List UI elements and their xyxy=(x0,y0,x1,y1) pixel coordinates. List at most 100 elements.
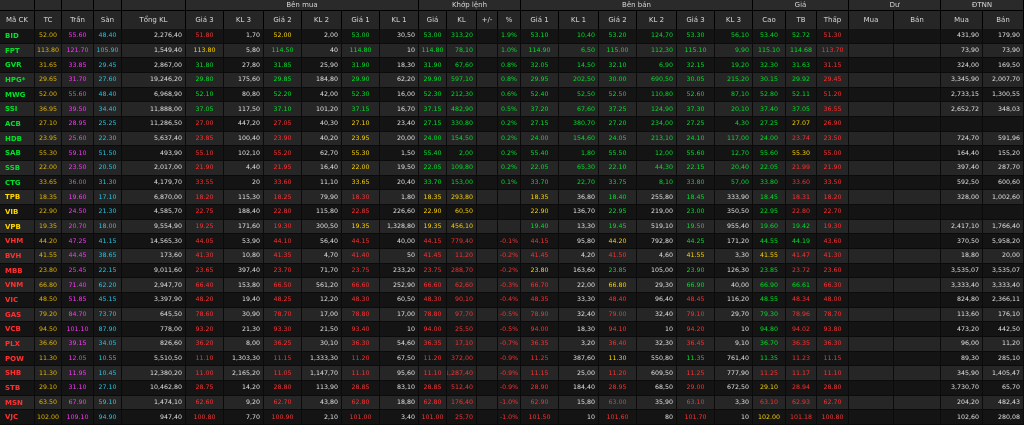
ceiling-price-cell: 55.60 xyxy=(62,87,94,102)
stock-row[interactable]: PLX 36.60 39.15 34.05 826,60 36.20 8,00 36.25 30… xyxy=(0,337,1024,352)
du-buy-cell xyxy=(849,219,894,234)
high-price-cell: 79.30 xyxy=(753,307,786,322)
match-change-cell xyxy=(477,190,498,205)
ask-vol-3-cell: 20,10 xyxy=(715,102,753,117)
symbol-cell[interactable]: SSB xyxy=(0,161,35,175)
symbol-cell[interactable]: VIC xyxy=(0,293,35,307)
stock-row[interactable]: SSB 22.00 23.50 20.50 2,017,00 21.90 4,40 21.95… xyxy=(0,161,1024,176)
symbol-cell[interactable]: SAB xyxy=(0,146,35,161)
match-change-cell xyxy=(477,322,498,337)
stock-row[interactable]: MBB 23.80 25.45 22.15 9,011,60 23.65 397,40 23.… xyxy=(0,263,1024,279)
stock-row[interactable]: CTG 33.65 36.00 31.30 4,179,70 33.55 20 33.60 11… xyxy=(0,175,1024,191)
ref-price-cell: 63.50 xyxy=(35,395,62,410)
symbol-cell[interactable]: STB xyxy=(0,381,35,395)
ask-col-header-5: KL 3 xyxy=(715,11,753,29)
low-price-cell: 31.15 xyxy=(817,58,849,73)
ask-price-2-cell: 53.20 xyxy=(599,29,637,43)
du-sell-cell xyxy=(894,249,941,263)
symbol-cell[interactable]: SSI xyxy=(0,102,35,117)
du-sell-cell xyxy=(894,234,941,249)
bid-price-2-cell: 33.60 xyxy=(264,175,302,190)
stock-row[interactable]: TPB 18.35 19.60 17.10 6,870,00 18.20 115,30 18.… xyxy=(0,190,1024,206)
stock-row[interactable]: FPT 113.80 121.70 105.90 1,549,40 113.80 5,80 1… xyxy=(0,43,1024,59)
symbol-cell[interactable]: MSN xyxy=(0,395,35,410)
stock-row[interactable]: SSI 36.95 39.50 34.40 11,888,00 37.05 117,50 37… xyxy=(0,102,1024,118)
ask-price-1-cell: 37.20 xyxy=(521,102,559,117)
bid-vol-3-cell: 100,40 xyxy=(224,131,264,146)
bid-vol-2-cell: 1,147,70 xyxy=(302,366,342,381)
symbol-cell[interactable]: POW xyxy=(0,351,35,366)
symbol-cell[interactable]: TPB xyxy=(0,190,35,205)
stock-row[interactable]: VCB 94.50 101.10 87.90 778,00 93.20 21,30 93.30… xyxy=(0,322,1024,338)
symbol-cell[interactable]: VIB xyxy=(0,205,35,219)
total-vol-cell: 173,60 xyxy=(122,249,186,263)
bid-vol-1-cell: 1,328,80 xyxy=(380,219,419,234)
low-price-cell: 62.70 xyxy=(817,395,849,410)
foreign-buy-cell: 473,20 xyxy=(941,322,983,337)
stock-row[interactable]: VIB 22.90 24.50 21.30 4,585,70 22.75 188,40 22.… xyxy=(0,205,1024,220)
symbol-cell[interactable]: VCB xyxy=(0,322,35,337)
stock-row[interactable]: GAS 79.20 84.70 73.70 645,50 78.60 30,90 78.70 1… xyxy=(0,307,1024,323)
stock-row[interactable]: HDB 23.95 25.60 22.30 5,637,40 23.85 100,40 23.… xyxy=(0,131,1024,147)
ask-price-2-cell: 115.00 xyxy=(599,43,637,58)
bid-price-1-cell: 66.60 xyxy=(342,278,380,293)
bid-price-1-cell: 62.80 xyxy=(342,395,380,410)
symbol-cell[interactable]: MWG xyxy=(0,87,35,102)
ask-vol-2-cell: 96,40 xyxy=(637,293,677,307)
stock-row[interactable]: BID 52.00 55.60 48.40 2,276,40 51.80 1,70 52.00… xyxy=(0,29,1024,44)
ceiling-price-cell: 24.50 xyxy=(62,205,94,219)
bid-vol-2-cell: 11,10 xyxy=(302,175,342,190)
symbol-cell[interactable]: HPG* xyxy=(0,73,35,87)
ask-vol-3-cell: 40,00 xyxy=(715,278,753,293)
stock-row[interactable]: VNM 66.80 71.40 62.20 2,947,70 66.40 153,80 66.… xyxy=(0,278,1024,294)
stock-row[interactable]: VJC 102.00 109.10 94.90 947,40 100.80 7,70 100.… xyxy=(0,410,1024,425)
symbol-cell[interactable]: MBB xyxy=(0,263,35,278)
bid-vol-1-cell: 1,80 xyxy=(380,190,419,205)
stock-row[interactable]: MSN 63.50 67.90 59.10 1,474,10 62.60 9,20 62.70… xyxy=(0,395,1024,411)
total-vol-cell: 6,968,90 xyxy=(122,87,186,102)
stock-row[interactable]: BVH 41.55 44.45 38.65 173,60 41.30 10,80 41.35 4… xyxy=(0,249,1024,264)
stock-row[interactable]: STB 29.10 31.10 27.10 10,462,80 28.75 14,20 28.… xyxy=(0,381,1024,396)
symbol-cell[interactable]: FPT xyxy=(0,43,35,58)
stock-row[interactable]: VHM 44.20 47.25 41.15 14,565,30 44.05 53,90 44.… xyxy=(0,234,1024,250)
stock-row[interactable]: GVR 31.65 33.85 29.45 2,867,00 31.80 27,80 31.8… xyxy=(0,58,1024,74)
foreign-buy-cell: 431,90 xyxy=(941,29,983,43)
symbol-cell[interactable]: BID xyxy=(0,29,35,43)
bid-price-3-cell: 51.80 xyxy=(186,29,224,43)
stock-row[interactable]: ACB 27.10 28.95 25.25 11,286,50 27.00 447,20 27… xyxy=(0,117,1024,132)
symbol-cell[interactable]: SHB xyxy=(0,366,35,381)
symbol-cell[interactable]: VPB xyxy=(0,219,35,234)
stock-row[interactable]: VPB 19.35 20.70 18.00 9,554,90 19.25 171,60 19.… xyxy=(0,219,1024,235)
floor-price-cell: 20.50 xyxy=(94,161,122,175)
match-change-cell xyxy=(477,102,498,117)
stock-row[interactable]: POW 11.30 12.05 10.55 5,510,50 11.10 1,303,30 1… xyxy=(0,351,1024,367)
symbol-cell[interactable]: VJC xyxy=(0,410,35,425)
symbol-cell[interactable]: CTG xyxy=(0,175,35,190)
match-vol-cell: 90,10 xyxy=(447,293,477,307)
ask-vol-1-cell: 52,50 xyxy=(559,87,599,102)
stock-row[interactable]: SAB 55.30 59.10 51.50 493,90 55.10 102,10 55.20… xyxy=(0,146,1024,162)
bid-vol-3-cell: 7,70 xyxy=(224,410,264,425)
stock-row[interactable]: MWG 52.00 55.60 48.40 6,968,90 52.10 80,80 52.2… xyxy=(0,87,1024,103)
match-price-cell: 23.75 xyxy=(419,263,447,278)
symbol-cell[interactable]: ACB xyxy=(0,117,35,131)
bid-price-3-cell: 23.65 xyxy=(186,263,224,278)
match-vol-cell: 212,30 xyxy=(447,87,477,102)
low-price-cell: 29.45 xyxy=(817,73,849,87)
floor-price-cell: 27.10 xyxy=(94,381,122,395)
ceiling-price-cell: 12.05 xyxy=(62,351,94,366)
symbol-cell[interactable]: VHM xyxy=(0,234,35,249)
symbol-cell[interactable]: GAS xyxy=(0,307,35,322)
stock-row[interactable]: VIC 48.50 51.85 45.15 3,397,90 48.20 19,40 48.2… xyxy=(0,293,1024,308)
stock-row[interactable]: HPG* 29.65 31.70 27.60 19,246,20 29.80 175,60 2… xyxy=(0,73,1024,88)
symbol-cell[interactable]: VNM xyxy=(0,278,35,293)
symbol-cell[interactable]: PLX xyxy=(0,337,35,351)
match-price-cell: 37.15 xyxy=(419,102,447,117)
avg-price-cell: 18.31 xyxy=(786,190,817,205)
symbol-cell[interactable]: GVR xyxy=(0,58,35,73)
ask-col-header-1: KL 1 xyxy=(559,11,599,29)
high-price-cell: 63.10 xyxy=(753,395,786,410)
symbol-cell[interactable]: HDB xyxy=(0,131,35,146)
stock-row[interactable]: SHB 11.30 11.95 10.45 12,380,20 11.00 2,165,20… xyxy=(0,366,1024,382)
symbol-cell[interactable]: BVH xyxy=(0,249,35,263)
